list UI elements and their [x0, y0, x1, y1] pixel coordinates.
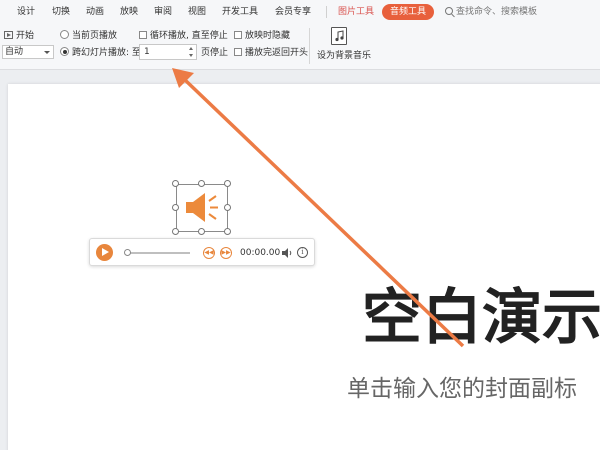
radio-button[interactable]	[60, 30, 69, 39]
music-note-icon[interactable]	[331, 27, 347, 45]
tab-view[interactable]: 视图	[188, 6, 206, 18]
set-background-music-button[interactable]: 设为背景音乐	[317, 48, 371, 61]
tab-animation[interactable]: 动画	[86, 6, 104, 18]
resize-handle[interactable]	[224, 180, 231, 187]
rewind-button[interactable]: ◀◀	[203, 247, 215, 259]
play-current-page-option[interactable]: 当前页播放	[60, 30, 117, 42]
play-current-page-label: 当前页播放	[72, 31, 118, 41]
stepper-down-icon[interactable]	[189, 54, 193, 57]
volume-icon[interactable]	[281, 247, 293, 259]
info-icon[interactable]: i	[297, 247, 308, 258]
tab-slideshow[interactable]: 放映	[120, 6, 138, 18]
rewind-after-play-label: 播放完返回开头	[245, 48, 309, 58]
rewind-after-play-option[interactable]: 播放完返回开头	[234, 47, 308, 59]
resize-handle[interactable]	[172, 204, 179, 211]
tab-design[interactable]: 设计	[17, 6, 35, 18]
loop-label: 循环播放, 直至停止	[150, 31, 228, 41]
stepper-up-icon[interactable]	[189, 47, 193, 50]
play-across-slides-option[interactable]: 跨幻灯片播放: 至	[60, 47, 141, 59]
stop-page-stepper[interactable]: 1	[139, 44, 197, 60]
tab-picture-tools[interactable]: 图片工具	[338, 6, 374, 18]
audio-player-bar: ◀◀ ▶▶ 00:00.00 i	[89, 238, 315, 266]
resize-handle[interactable]	[198, 228, 205, 235]
progress-track[interactable]	[126, 252, 190, 254]
resize-handle[interactable]	[224, 228, 231, 235]
menu-tab-bar: 设计 切换 动画 放映 审阅 视图 开发工具 会员专享 图片工具 音频工具 查找…	[0, 0, 600, 24]
loop-checkbox-option[interactable]: 循环播放, 直至停止	[139, 30, 228, 42]
hide-during-show-label: 放映时隐藏	[245, 31, 291, 41]
checkbox[interactable]	[139, 31, 147, 39]
tab-divider	[326, 6, 327, 18]
start-label-group: 开始	[4, 30, 34, 42]
ribbon-divider	[309, 28, 310, 64]
playback-time: 00:00.00	[240, 248, 281, 258]
fast-forward-button[interactable]: ▶▶	[220, 247, 232, 259]
stop-page-value: 1	[144, 47, 150, 57]
resize-handle[interactable]	[172, 228, 179, 235]
resize-handle[interactable]	[224, 204, 231, 211]
start-mode-select[interactable]: 自动	[2, 45, 54, 59]
start-label: 开始	[16, 31, 35, 41]
checkbox[interactable]	[234, 48, 242, 56]
tab-transition[interactable]: 切换	[52, 6, 70, 18]
tab-audio-tools[interactable]: 音频工具	[382, 4, 434, 20]
hide-during-show-option[interactable]: 放映时隐藏	[234, 30, 290, 42]
radio-button-selected[interactable]	[60, 47, 69, 56]
search-icon	[445, 7, 453, 15]
start-play-icon	[4, 31, 13, 39]
chevron-down-icon	[44, 51, 50, 54]
resize-handle[interactable]	[198, 180, 205, 187]
play-across-slides-label: 跨幻灯片播放: 至	[72, 48, 141, 58]
stop-page-suffix: 页停止	[201, 48, 229, 58]
tab-developer[interactable]: 开发工具	[222, 6, 258, 18]
slide-title[interactable]: 空白演示	[362, 286, 600, 350]
play-button[interactable]	[96, 244, 113, 261]
start-mode-value: 自动	[5, 47, 24, 57]
resize-handle[interactable]	[172, 180, 179, 187]
progress-knob[interactable]	[124, 249, 131, 256]
checkbox[interactable]	[234, 31, 242, 39]
slide-subtitle[interactable]: 单击输入您的封面副标	[347, 375, 577, 403]
speaker-icon[interactable]	[184, 190, 222, 226]
command-search[interactable]: 查找命令、搜索模板	[445, 6, 537, 18]
tab-member[interactable]: 会员专享	[275, 6, 311, 18]
tab-review[interactable]: 审阅	[154, 6, 172, 18]
search-placeholder: 查找命令、搜索模板	[456, 7, 538, 17]
